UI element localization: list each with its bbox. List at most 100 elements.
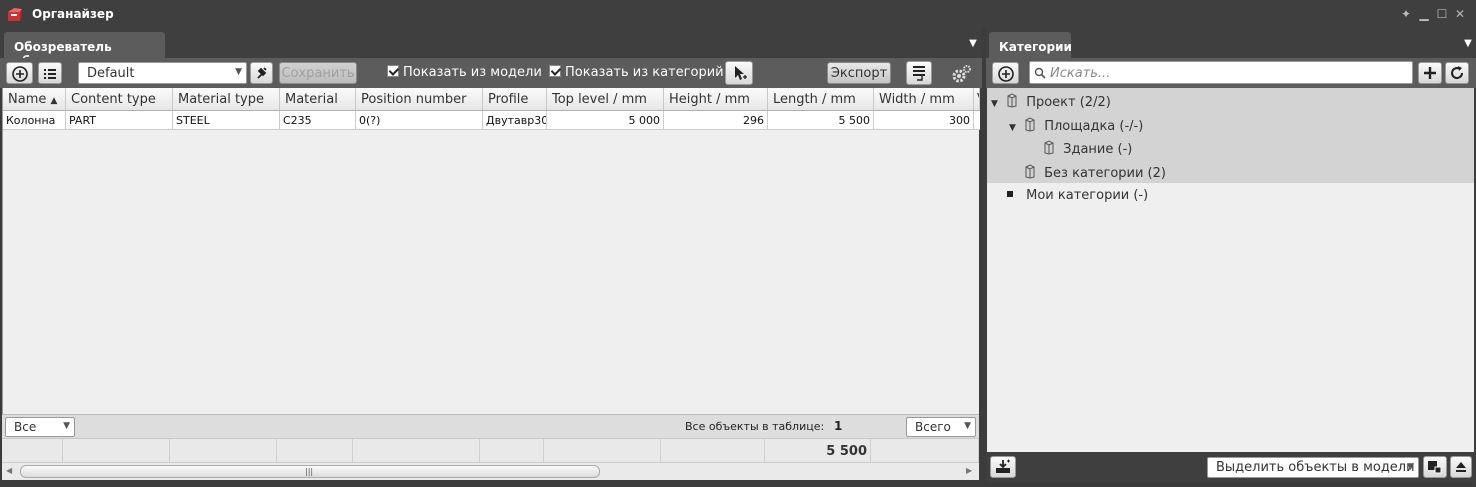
search-input[interactable]: Искать... [1029,61,1413,84]
import-button[interactable] [990,456,1016,478]
horizontal-scrollbar[interactable]: ◀ ||| ▶ [2,462,979,480]
summary-cell [661,439,765,463]
column-header-content-type[interactable]: Content type [66,88,173,110]
show-from-model-label: Показать из модели [403,65,542,80]
panel-menu-icon[interactable]: ▼ [967,38,979,50]
select-in-model-button[interactable] [725,61,753,85]
column-header-material[interactable]: Material [280,88,356,110]
expand-arrow-icon[interactable]: ▼ [991,99,998,109]
add-view-button[interactable] [6,62,33,84]
pin-view-button[interactable] [250,62,273,84]
scroll-right-icon[interactable]: ▶ [966,466,972,475]
cell-profile[interactable]: Двутавр30 [483,111,547,129]
summary-row: 5 500 [2,438,979,463]
tab-categories[interactable]: Категории [989,32,1072,58]
checkbox-checked-icon [387,65,399,77]
tree-item-site[interactable]: ▼ Площадка (-/-) [1009,117,1143,134]
view-list-button[interactable] [38,62,62,84]
show-from-model-checkbox[interactable]: Показать из модели [387,65,542,80]
select-in-model-select[interactable]: Выделить объекты в модели ▼ [1207,457,1419,478]
tree-item-my-categories[interactable]: Мои категории (-) [1007,188,1148,203]
categories-toolbar: Искать... [986,58,1476,88]
cell-content-type[interactable]: PART [66,111,173,129]
column-header-top-level[interactable]: Top level / mm [547,88,664,110]
title-bar: Органайзер ✦ ▁ ☐ ✕ [0,0,1476,28]
summary-cell [544,439,661,463]
column-header-length[interactable]: Length / mm [768,88,874,110]
column-header-more[interactable]: V [974,88,980,110]
settings-icon[interactable] [950,63,972,85]
cell-material[interactable]: C235 [280,111,356,129]
tab-object-browser[interactable]: Обозреватель объектов [4,32,165,68]
cell-name[interactable]: Колонна [3,111,66,129]
cell-height[interactable]: 296 [664,111,768,129]
column-header-height[interactable]: Height / mm [664,88,768,110]
list-icon [44,69,56,79]
save-button[interactable]: Сохранить [279,62,357,84]
add-category-button[interactable] [992,62,1019,84]
app-icon [8,8,22,21]
pin-view-icon [256,67,267,79]
cube-icon [1007,93,1017,108]
close-icon[interactable]: ✕ [1452,6,1468,22]
maximize-icon[interactable]: ☐ [1434,6,1450,22]
summary-cell [353,439,480,463]
cell-position-number[interactable]: 0(?) [356,111,483,129]
filter-select[interactable]: Все ▼ [5,417,75,437]
view-select[interactable]: Default ▼ [78,62,247,84]
window-title: Органайзер [32,7,114,21]
column-header-material-type[interactable]: Material type [173,88,280,110]
layers-icon [1428,461,1442,474]
aggregate-select[interactable]: Всего ▼ [906,417,976,437]
table-row[interactable]: Колонна PART STEEL C235 0(?) Двутавр30 5… [3,111,980,130]
panel-menu-icon[interactable]: ▼ [1462,38,1474,50]
column-header-profile[interactable]: Profile [483,88,547,110]
export-button[interactable]: Экспорт [827,62,891,84]
refresh-button[interactable] [1445,62,1469,84]
show-from-categories-label: Показать из категорий [565,65,724,80]
scroll-left-icon[interactable]: ◀ [6,466,12,475]
tree-item-project[interactable]: ▼ Проект (2/2) [991,93,1111,110]
cell-width[interactable]: 300 [874,111,974,129]
chevron-down-icon: ▼ [63,421,70,431]
tree-item-building[interactable]: Здание (-) [1043,140,1132,157]
select-in-model-value: Выделить объекты в модели [1216,460,1415,475]
tree-item-label: Площадка (-/-) [1044,119,1144,134]
cube-icon [1044,140,1054,155]
summary-cell [871,439,979,463]
add-button[interactable] [1418,62,1442,84]
report-icon [913,66,925,81]
layers-button[interactable] [1423,456,1447,478]
expand-arrow-icon[interactable]: ▼ [1009,123,1016,133]
cell-top-level[interactable]: 5 000 [547,111,664,129]
refresh-icon [1451,66,1464,80]
add-icon [997,66,1014,82]
column-header-position-number[interactable]: Position number [356,88,483,110]
column-header-name[interactable]: Name ▲ [3,88,66,110]
scrollbar-thumb[interactable]: ||| [20,465,600,478]
report-button[interactable] [906,61,932,85]
total-objects-label: Все объекты в таблице: [685,420,825,433]
cell-material-type[interactable]: STEEL [173,111,280,129]
column-header-width[interactable]: Width / mm [874,88,974,110]
view-select-value: Default [87,66,135,81]
search-placeholder: Искать... [1050,66,1111,81]
table-header: Name ▲ Content type Material type Materi… [3,88,980,111]
collapse-button[interactable] [1450,456,1472,478]
summary-cell [63,439,170,463]
tree-item-label: Здание (-) [1063,142,1133,157]
chevron-down-icon: ▼ [1407,462,1414,472]
objects-table: Name ▲ Content type Material type Materi… [2,88,980,414]
minimize-icon[interactable]: ▁ [1416,6,1432,22]
tree-item-label: Проект (2/2) [1026,95,1111,110]
tree-item-label: Мои категории (-) [1026,188,1149,203]
tree-item-uncategorized[interactable]: Без категории (2) [1024,164,1166,181]
pin-icon[interactable]: ✦ [1398,6,1414,22]
summary-cell [2,439,63,463]
summary-cell [170,439,277,463]
tree-item-label: Без категории (2) [1044,166,1166,181]
cell-length[interactable]: 5 500 [768,111,874,129]
eject-icon [1456,462,1466,472]
total-objects-count: 1 [834,419,843,433]
show-from-categories-checkbox[interactable]: Показать из категорий [549,65,724,80]
